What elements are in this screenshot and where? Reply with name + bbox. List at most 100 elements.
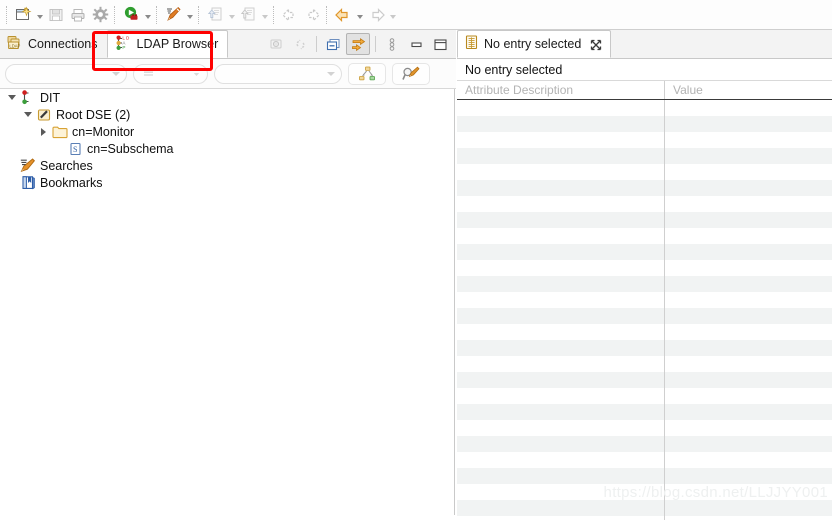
history-back-dropdown-arrow[interactable]	[354, 4, 365, 26]
table-row[interactable]	[457, 260, 832, 276]
filter-children-button[interactable]	[348, 62, 386, 85]
ldap-browser-view: LDAP Connections L D A P LDAP Browser DI…	[0, 30, 456, 515]
table-row[interactable]	[457, 148, 832, 164]
table-row[interactable]	[457, 324, 832, 340]
tree-item-cn-subschema[interactable]: S cn=Subschema	[0, 140, 454, 157]
table-row[interactable]	[457, 340, 832, 356]
print-button[interactable]	[67, 4, 89, 26]
column-divider[interactable]	[664, 100, 665, 520]
table-row[interactable]	[457, 276, 832, 292]
minimize-view-button[interactable]	[405, 34, 427, 54]
svg-text:LDAP: LDAP	[9, 44, 20, 49]
table-row[interactable]	[457, 196, 832, 212]
twisty-expanded-icon[interactable]	[20, 106, 35, 123]
toolbar-separator	[156, 5, 159, 24]
table-row[interactable]	[457, 436, 832, 452]
right-view-tabbar: No entry selected	[457, 30, 832, 59]
table-row[interactable]	[457, 132, 832, 148]
tree-item-root-dse[interactable]: Root DSE (2)	[0, 106, 454, 123]
table-row[interactable]	[457, 356, 832, 372]
table-row[interactable]	[457, 388, 832, 404]
folder-icon	[51, 123, 69, 140]
preferences-button[interactable]	[89, 4, 111, 26]
import-dropdown-arrow[interactable]	[226, 4, 237, 26]
tree-item-label: Searches	[40, 158, 93, 173]
quick-filter-row	[0, 59, 456, 89]
back-nav-button[interactable]	[279, 4, 301, 26]
table-row[interactable]	[457, 228, 832, 244]
quick-search-button[interactable]	[392, 62, 430, 85]
table-row[interactable]	[457, 212, 832, 228]
table-row[interactable]	[457, 116, 832, 132]
table-row[interactable]	[457, 164, 832, 180]
table-row[interactable]	[457, 452, 832, 468]
close-icon[interactable]	[590, 39, 602, 50]
spinner-arrows-icon	[192, 66, 201, 81]
toolbar-divider	[316, 36, 317, 52]
new-wizard-button[interactable]	[12, 4, 34, 26]
run-connection-button[interactable]	[120, 4, 142, 26]
export-button[interactable]	[237, 4, 259, 26]
new-search-dropdown-arrow[interactable]	[184, 4, 195, 26]
table-row[interactable]	[457, 404, 832, 420]
toggle-quick-filter-button[interactable]	[346, 33, 370, 55]
view-menu-button[interactable]	[381, 34, 403, 54]
attributes-table-body[interactable]	[457, 100, 832, 520]
table-row[interactable]	[457, 244, 832, 260]
table-row[interactable]	[457, 372, 832, 388]
twisty-expanded-icon[interactable]	[4, 89, 19, 106]
filter-attribute-combo[interactable]	[5, 63, 127, 84]
filter-operator-spinner[interactable]	[133, 63, 208, 84]
node-graph-icon	[358, 66, 375, 80]
twisty-collapsed-icon[interactable]	[36, 123, 51, 140]
svg-text:P: P	[122, 45, 125, 50]
column-header-value[interactable]: Value	[664, 81, 832, 99]
tree-item-label: Root DSE (2)	[56, 107, 131, 122]
import-button[interactable]	[204, 4, 226, 26]
run-connection-dropdown-arrow[interactable]	[142, 4, 153, 26]
table-row[interactable]	[457, 500, 832, 516]
new-wizard-dropdown-arrow[interactable]	[34, 4, 45, 26]
attributes-table-header: Attribute Description Value	[457, 81, 832, 100]
chevron-down-icon	[112, 71, 120, 76]
refresh-view-button[interactable]	[265, 34, 287, 54]
tree-item-label: cn=Monitor	[72, 124, 135, 139]
tree-item-bookmarks[interactable]: Bookmarks	[0, 174, 454, 191]
save-button[interactable]	[45, 4, 67, 26]
tab-connections[interactable]: LDAP Connections	[0, 30, 107, 58]
column-header-attribute-description[interactable]: Attribute Description	[457, 81, 664, 99]
chevron-down-icon	[327, 71, 335, 76]
collapse-all-button[interactable]	[322, 34, 344, 54]
new-search-button[interactable]	[162, 4, 184, 26]
table-row[interactable]	[457, 180, 832, 196]
tab-no-entry-selected[interactable]: No entry selected	[457, 30, 612, 58]
filter-value-combo[interactable]	[214, 63, 342, 84]
tree-item-cn-monitor[interactable]: cn=Monitor	[0, 123, 454, 140]
twisty-placeholder	[4, 157, 19, 174]
table-row[interactable]	[457, 292, 832, 308]
root-dse-icon	[35, 106, 53, 123]
dit-root-icon	[19, 89, 37, 106]
forward-nav-button[interactable]	[301, 4, 323, 26]
tree-item-label: DIT	[40, 90, 61, 105]
table-row[interactable]	[457, 420, 832, 436]
history-back-button[interactable]	[332, 4, 354, 26]
tree-item-dit[interactable]: DIT	[0, 89, 454, 106]
tree-item-searches[interactable]: Searches	[0, 157, 454, 174]
ldap-browser-icon: L D A P	[115, 35, 132, 54]
export-dropdown-arrow[interactable]	[259, 4, 270, 26]
tab-ldap-browser[interactable]: L D A P LDAP Browser	[106, 30, 229, 58]
table-row[interactable]	[457, 100, 832, 116]
maximize-view-button[interactable]	[429, 34, 451, 54]
main-toolbar	[0, 0, 832, 30]
history-forward-dropdown-arrow[interactable]	[387, 4, 398, 26]
svg-text:S: S	[73, 144, 77, 153]
toolbar-separator	[114, 5, 117, 24]
bookmarks-icon	[19, 174, 37, 191]
history-forward-button[interactable]	[365, 4, 387, 26]
entry-editor-icon	[465, 35, 479, 53]
table-row[interactable]	[457, 468, 832, 484]
link-with-editor-button[interactable]	[289, 34, 311, 54]
dit-tree[interactable]: DIT Root DSE (2) cn=Monitor S cn=Subsche…	[0, 89, 455, 515]
table-row[interactable]	[457, 308, 832, 324]
